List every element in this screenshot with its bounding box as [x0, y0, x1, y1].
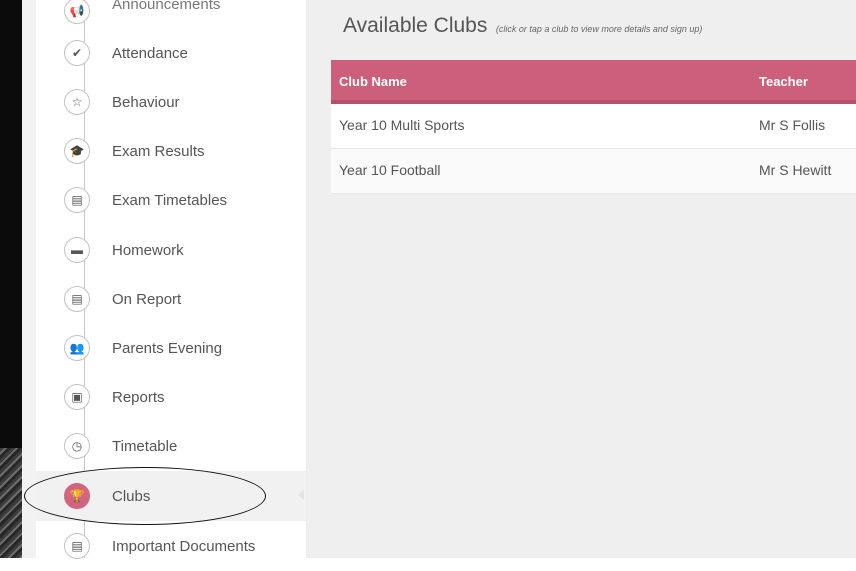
background-photo [0, 448, 22, 558]
briefcase-icon: ▬ [64, 237, 90, 263]
teacher-cell: Mr S Follis [759, 117, 826, 133]
sidebar-item-label: Parents Evening [112, 339, 223, 357]
sidebar-item-label: Important Documents [112, 537, 256, 555]
users-icon: 👥 [64, 335, 90, 361]
sidebar-item-label: Attendance [112, 44, 188, 62]
file-icon: ▣ [64, 384, 90, 410]
sidebar-item-label: Announcements [112, 0, 221, 13]
column-header-teacher: Teacher [759, 74, 808, 89]
sidebar-item-behaviour[interactable]: ☆ Behaviour [36, 77, 306, 127]
sidebar-nav: 📢 Announcements ✔ Attendance ☆ Behaviour… [36, 0, 307, 559]
sidebar-item-label: Reports [112, 388, 165, 406]
document-icon: ▤ [64, 533, 90, 559]
sidebar-item-important-documents[interactable]: ▤ Important Documents [36, 521, 306, 571]
document-icon: ▤ [64, 286, 90, 312]
sidebar-item-label: Timetable [112, 437, 178, 455]
calendar-icon: ▤ [64, 187, 90, 213]
sidebar-item-timetable[interactable]: ◷ Timetable [36, 421, 306, 471]
sidebar-item-clubs[interactable]: 🏆 Clubs [36, 471, 306, 521]
sidebar-item-exam-timetables[interactable]: ▤ Exam Timetables [36, 175, 306, 225]
clubs-table: Club Name Teacher Year 10 Multi Sports M… [331, 60, 856, 194]
left-gap [22, 0, 36, 558]
check-icon: ✔ [64, 40, 90, 66]
sidebar-item-homework[interactable]: ▬ Homework [36, 225, 306, 275]
sidebar-item-label: On Report [112, 290, 182, 308]
active-pointer-icon [298, 490, 304, 500]
table-row[interactable]: Year 10 Football Mr S Hewitt [331, 149, 856, 194]
trophy-icon: 🏆 [64, 483, 90, 509]
clock-icon: ◷ [64, 433, 90, 459]
sidebar-item-label: Exam Results [112, 142, 205, 160]
left-dark-strip [0, 0, 22, 558]
table-header: Club Name Teacher [331, 60, 856, 104]
sidebar-item-label: Clubs [112, 487, 151, 505]
sidebar-item-exam-results[interactable]: 🎓 Exam Results [36, 126, 306, 176]
sidebar-item-label: Behaviour [112, 93, 180, 111]
sidebar-item-label: Homework [112, 241, 184, 259]
graduation-cap-icon: 🎓 [64, 138, 90, 164]
announcement-icon: 📢 [64, 0, 90, 24]
club-name-cell: Year 10 Multi Sports [339, 117, 465, 133]
main-content: Available Clubs (click or tap a club to … [307, 0, 856, 558]
star-icon: ☆ [64, 89, 90, 115]
sidebar-item-parents-evening[interactable]: 👥 Parents Evening [36, 323, 306, 373]
table-row[interactable]: Year 10 Multi Sports Mr S Follis [331, 104, 856, 149]
sidebar-item-attendance[interactable]: ✔ Attendance [36, 28, 306, 78]
column-header-club-name: Club Name [339, 74, 407, 89]
club-name-cell: Year 10 Football [339, 162, 441, 178]
page-title: Available Clubs (click or tap a club to … [343, 14, 702, 38]
page-title-text: Available Clubs [343, 14, 488, 37]
teacher-cell: Mr S Hewitt [759, 162, 832, 178]
sidebar-item-label: Exam Timetables [112, 191, 228, 209]
sidebar-item-on-report[interactable]: ▤ On Report [36, 274, 306, 324]
sidebar-item-reports[interactable]: ▣ Reports [36, 372, 306, 422]
page-subtitle: (click or tap a club to view more detail… [495, 24, 703, 34]
